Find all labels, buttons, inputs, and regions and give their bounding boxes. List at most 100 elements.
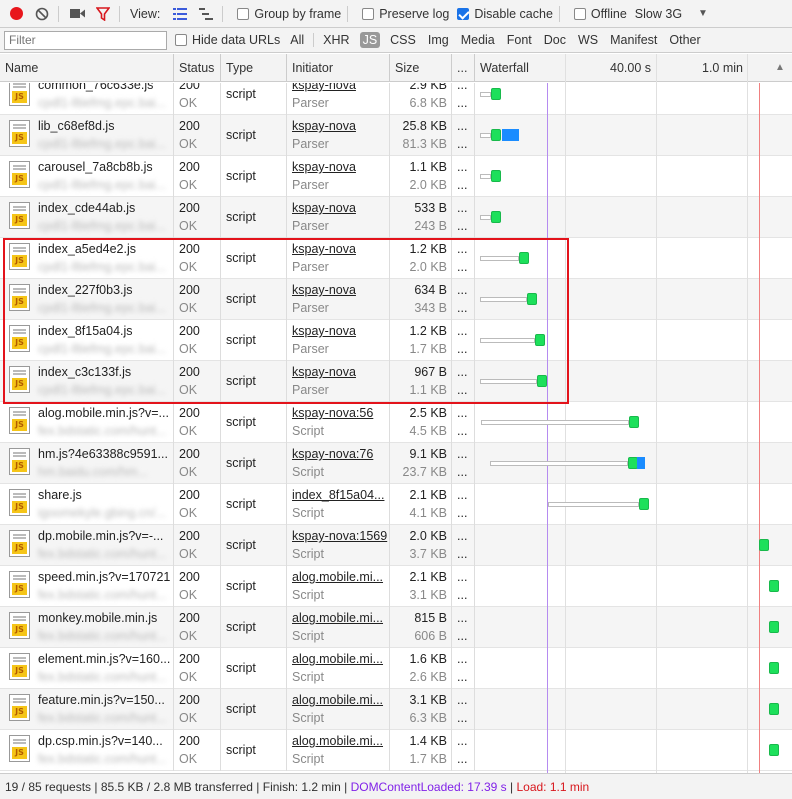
- status-code: 200: [179, 447, 200, 461]
- name-cell[interactable]: JS monkey.mobile.min.js fex.bdstatic.com/h…: [0, 607, 174, 648]
- initiator-link[interactable]: kspay-nova:1569: [292, 529, 387, 543]
- table-row[interactable]: JS index_227f0b3.js cpdl1-lltiefmg.epc.bai…: [0, 279, 792, 320]
- initiator-link[interactable]: alog.mobile.mi...: [292, 693, 383, 707]
- sort-ascending-icon[interactable]: ▲: [770, 54, 792, 82]
- filter-type-ws[interactable]: WS: [576, 32, 600, 48]
- column-header-type[interactable]: Type: [221, 54, 287, 82]
- initiator-link[interactable]: kspay-nova: [292, 201, 356, 215]
- preserve-log-checkbox[interactable]: Preserve log: [354, 7, 449, 21]
- filter-type-manifest[interactable]: Manifest: [608, 32, 659, 48]
- table-row[interactable]: JS index_a5ed4e2.js cpdl1-lltiefmg.epc.bai…: [0, 238, 792, 279]
- name-cell[interactable]: JS index_227f0b3.js cpdl1-lltiefmg.epc.bai…: [0, 279, 174, 320]
- initiator-link[interactable]: kspay-nova: [292, 83, 356, 92]
- more-dots: ...: [457, 83, 468, 92]
- filter-type-img[interactable]: Img: [426, 32, 451, 48]
- resource-type: script: [226, 128, 256, 142]
- name-cell[interactable]: JS index_a5ed4e2.js cpdl1-lltiefmg.epc.bai…: [0, 238, 174, 279]
- filter-type-font[interactable]: Font: [505, 32, 534, 48]
- more-dots: ...: [457, 242, 468, 256]
- filter-toggle-button[interactable]: [93, 4, 113, 24]
- table-row[interactable]: JS carousel_7a8cb8b.js cpdl1-lltiefmg.epc.…: [0, 156, 792, 197]
- file-name: index_227f0b3.js: [38, 283, 133, 297]
- offline-checkbox[interactable]: Offline: [566, 7, 627, 21]
- initiator-link[interactable]: alog.mobile.mi...: [292, 611, 383, 625]
- initiator-cell: kspay-nova Parser: [287, 361, 390, 402]
- resource-size: 6.3 KB: [409, 711, 447, 725]
- filter-type-xhr[interactable]: XHR: [321, 32, 351, 48]
- overview-button[interactable]: [196, 4, 216, 24]
- large-request-rows-button[interactable]: [170, 4, 190, 24]
- name-cell[interactable]: JS index_8f15a04.js cpdl1-lltiefmg.epc.bai…: [0, 320, 174, 361]
- name-cell[interactable]: JS lib_c68ef8d.js cpdl1-lltiefmg.epc.bai..…: [0, 115, 174, 156]
- column-header-initiator[interactable]: Initiator: [287, 54, 390, 82]
- status-cell: 200 OK: [174, 156, 221, 197]
- initiator-link[interactable]: index_8f15a04...: [292, 488, 384, 502]
- table-row[interactable]: JS alog.mobile.min.js?v=... fex.bdstatic.c…: [0, 402, 792, 443]
- table-row[interactable]: JS dp.mobile.min.js?v=-... fex.bdstatic.co…: [0, 525, 792, 566]
- clear-button[interactable]: [32, 4, 52, 24]
- name-cell[interactable]: JS element.min.js?v=160... fex.bdstatic.co…: [0, 648, 174, 689]
- initiator-link[interactable]: kspay-nova: [292, 242, 356, 256]
- column-header-more[interactable]: ...: [452, 54, 475, 82]
- initiator-link[interactable]: kspay-nova: [292, 324, 356, 338]
- table-row[interactable]: JS share.js igoomekyle.gbing.cn/... 200 OK sc…: [0, 484, 792, 525]
- table-row[interactable]: JS element.min.js?v=160... fex.bdstatic.co…: [0, 648, 792, 689]
- filter-type-other[interactable]: Other: [667, 32, 702, 48]
- name-cell[interactable]: JS feature.min.js?v=150... fex.bdstatic.co…: [0, 689, 174, 730]
- disable-cache-checkbox[interactable]: Disable cache: [449, 7, 553, 21]
- more-dots: ...: [457, 652, 468, 666]
- filter-type-all[interactable]: All: [288, 32, 306, 48]
- initiator-link[interactable]: kspay-nova:56: [292, 406, 373, 420]
- name-cell[interactable]: JS hm.js?4e63388c9591... hm.baidu.com/hm..…: [0, 443, 174, 484]
- initiator-link[interactable]: alog.mobile.mi...: [292, 652, 383, 666]
- name-cell[interactable]: JS dp.mobile.min.js?v=-... fex.bdstatic.co…: [0, 525, 174, 566]
- more-dots: ...: [457, 693, 468, 707]
- toolbar-divider: [347, 5, 349, 22]
- initiator-link[interactable]: alog.mobile.mi...: [292, 734, 383, 748]
- table-row[interactable]: JS feature.min.js?v=150... fex.bdstatic.co…: [0, 689, 792, 730]
- name-cell[interactable]: JS index_cde44ab.js cpdl1-lltiefmg.epc.bai…: [0, 197, 174, 238]
- throttling-dropdown-icon[interactable]: ▼: [698, 8, 708, 19]
- initiator-link[interactable]: alog.mobile.mi...: [292, 570, 383, 584]
- name-cell[interactable]: JS dp.csp.min.js?v=140... fex.bdstatic.com…: [0, 730, 174, 771]
- table-row[interactable]: JS dp.csp.min.js?v=140... fex.bdstatic.com…: [0, 730, 792, 771]
- capture-screenshots-button[interactable]: [67, 4, 87, 24]
- filter-type-media[interactable]: Media: [459, 32, 497, 48]
- table-row[interactable]: JS index_c3c133f.js cpdl1-lltiefmg.epc.bai…: [0, 361, 792, 402]
- name-cell[interactable]: JS index_c3c133f.js cpdl1-lltiefmg.epc.bai…: [0, 361, 174, 402]
- name-cell[interactable]: JS speed.min.js?v=170721 fex.bdstatic.com/…: [0, 566, 174, 607]
- column-header-name[interactable]: Name: [0, 54, 174, 82]
- name-cell[interactable]: JS alog.mobile.min.js?v=... fex.bdstatic.c…: [0, 402, 174, 443]
- column-header-size[interactable]: Size: [390, 54, 452, 82]
- table-row[interactable]: JS monkey.mobile.min.js fex.bdstatic.com/h…: [0, 607, 792, 648]
- transfer-size: 1.1 KB: [409, 160, 447, 174]
- table-row[interactable]: JS index_cde44ab.js cpdl1-lltiefmg.epc.bai…: [0, 197, 792, 238]
- column-header-waterfall[interactable]: Waterfall: [475, 54, 565, 82]
- record-button[interactable]: [6, 4, 26, 24]
- group-by-frame-checkbox[interactable]: Group by frame: [229, 7, 341, 21]
- table-row[interactable]: JS index_8f15a04.js cpdl1-lltiefmg.epc.bai…: [0, 320, 792, 361]
- more-dots: ...: [457, 570, 468, 584]
- initiator-link[interactable]: kspay-nova: [292, 283, 356, 297]
- name-cell[interactable]: JS share.js igoomekyle.gbing.cn/...: [0, 484, 174, 525]
- initiator-link[interactable]: kspay-nova: [292, 160, 356, 174]
- filter-type-js[interactable]: JS: [359, 32, 381, 48]
- filter-type-doc[interactable]: Doc: [542, 32, 568, 48]
- table-row[interactable]: JS lib_c68ef8d.js cpdl1-lltiefmg.epc.bai..…: [0, 115, 792, 156]
- status-code: 200: [179, 365, 200, 379]
- table-row[interactable]: JS speed.min.js?v=170721 fex.bdstatic.com/…: [0, 566, 792, 607]
- filter-input[interactable]: [4, 30, 167, 50]
- initiator-link[interactable]: kspay-nova:76: [292, 447, 373, 461]
- initiator-link[interactable]: kspay-nova: [292, 365, 356, 379]
- filter-type-css[interactable]: CSS: [388, 32, 418, 48]
- initiator-link[interactable]: kspay-nova: [292, 119, 356, 133]
- name-cell[interactable]: JS carousel_7a8cb8b.js cpdl1-lltiefmg.epc.…: [0, 156, 174, 197]
- hide-data-urls-checkbox[interactable]: Hide data URLs: [167, 33, 280, 47]
- table-row[interactable]: JS common_76c633e.js cpdl1-lltiefmg.epc.ba…: [0, 83, 792, 115]
- name-cell[interactable]: JS common_76c633e.js cpdl1-lltiefmg.epc.ba…: [0, 83, 174, 115]
- request-count: 19 / 85 requests: [5, 780, 92, 794]
- column-header-status[interactable]: Status: [174, 54, 221, 82]
- table-row[interactable]: JS hm.js?4e63388c9591... hm.baidu.com/hm..…: [0, 443, 792, 484]
- more-dots: ...: [457, 119, 468, 133]
- throttling-select[interactable]: Slow 3G: [635, 7, 682, 21]
